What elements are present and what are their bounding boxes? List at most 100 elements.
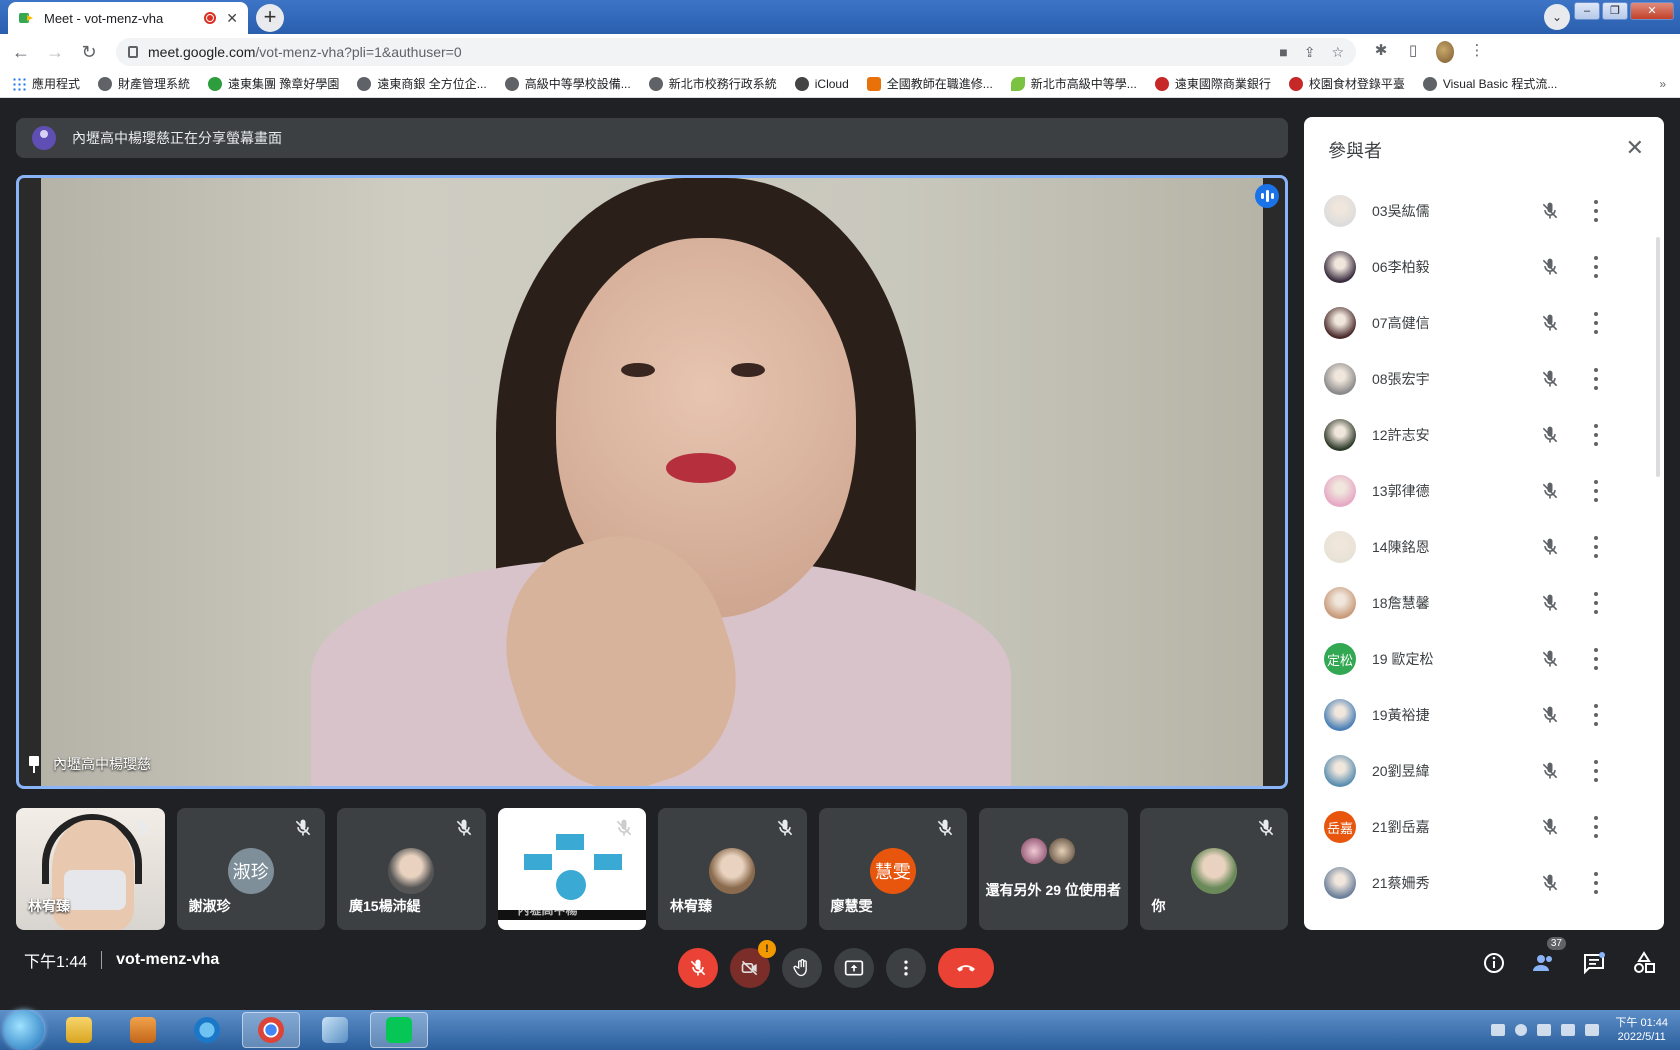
participant-mute-button[interactable] bbox=[1540, 761, 1560, 781]
network-icon[interactable] bbox=[1537, 1024, 1552, 1036]
participant-more-vert-icon[interactable] bbox=[1594, 536, 1598, 558]
activities-button[interactable] bbox=[1632, 951, 1656, 975]
forward-arrow-icon[interactable]: → bbox=[42, 39, 68, 65]
bookmark-item[interactable]: 遠東集團 豫章好學園 bbox=[208, 75, 339, 92]
participant-mute-button[interactable] bbox=[1540, 201, 1560, 221]
participant-row[interactable]: 20劉昱緯 bbox=[1304, 743, 1664, 799]
taskbar-internet-explorer[interactable] bbox=[178, 1012, 236, 1048]
bookmark-item[interactable]: 新北市高級中等學... bbox=[1010, 75, 1137, 92]
chat-button[interactable] bbox=[1582, 951, 1606, 975]
participant-row[interactable]: 06李柏毅 bbox=[1304, 239, 1664, 295]
participant-tile[interactable]: 淑珍 謝淑珍 bbox=[176, 808, 325, 930]
bookmark-item[interactable]: Visual Basic 程式流... bbox=[1422, 75, 1557, 92]
help-icon[interactable] bbox=[1515, 1024, 1528, 1036]
participant-row[interactable]: 定松 19 歐定松 bbox=[1304, 631, 1664, 687]
pin-icon[interactable] bbox=[29, 756, 39, 773]
browser-tab-meet[interactable]: Meet - vot-menz-vha ✕ bbox=[8, 2, 248, 34]
side-panel-icon[interactable]: ▯ bbox=[1404, 41, 1422, 63]
participant-more-vert-icon[interactable] bbox=[1594, 480, 1598, 502]
participant-row[interactable]: 18詹慧馨 bbox=[1304, 575, 1664, 631]
participant-row[interactable]: 岳嘉 21劉岳嘉 bbox=[1304, 799, 1664, 855]
bookmark-item[interactable]: 高級中等學校設備... bbox=[504, 75, 631, 92]
tab-close-button[interactable]: ✕ bbox=[226, 10, 238, 27]
extensions-puzzle-icon[interactable]: ✱ bbox=[1372, 41, 1390, 63]
participant-row[interactable]: 21蔡姍秀 bbox=[1304, 855, 1664, 911]
participant-tile[interactable]: 還有另外 29 位使用者 bbox=[979, 808, 1128, 930]
raise-hand-button[interactable] bbox=[782, 948, 822, 988]
restore-window-button[interactable]: ❐ bbox=[1602, 2, 1628, 20]
chrome-menu-icon[interactable]: ⋮ bbox=[1468, 41, 1486, 63]
participant-more-vert-icon[interactable] bbox=[1594, 368, 1598, 390]
taskbar-media-player[interactable] bbox=[114, 1012, 172, 1048]
taskbar-clock[interactable]: 下午 01:44 2022/5/11 bbox=[1615, 1016, 1668, 1044]
meeting-info-button[interactable] bbox=[1482, 951, 1506, 975]
participant-row[interactable]: 03吳紘儒 bbox=[1304, 183, 1664, 239]
profile-avatar[interactable] bbox=[1436, 41, 1454, 63]
new-tab-button[interactable]: + bbox=[256, 4, 284, 32]
bookmark-item[interactable]: 財產管理系統 bbox=[98, 75, 190, 92]
participant-mute-button[interactable] bbox=[1540, 593, 1560, 613]
tab-search-chevron-icon[interactable]: ⌄ bbox=[1544, 4, 1570, 30]
bookmark-item[interactable]: 遠東商銀 全方位企... bbox=[357, 75, 487, 92]
participant-tile[interactable]: 慧雯 廖慧雯 bbox=[818, 808, 967, 930]
taskbar-explorer[interactable] bbox=[50, 1012, 108, 1048]
participant-mute-button[interactable] bbox=[1540, 369, 1560, 389]
participants-button[interactable]: 37 bbox=[1532, 937, 1566, 975]
participant-more-vert-icon[interactable] bbox=[1594, 200, 1598, 222]
bookmark-item[interactable]: 應用程式 bbox=[12, 75, 80, 92]
participant-more-vert-icon[interactable] bbox=[1594, 424, 1598, 446]
participant-more-vert-icon[interactable] bbox=[1594, 704, 1598, 726]
participant-row[interactable]: 12許志安 bbox=[1304, 407, 1664, 463]
participant-more-vert-icon[interactable] bbox=[1594, 816, 1598, 838]
taskbar-chrome[interactable] bbox=[242, 1012, 300, 1048]
bookmark-item[interactable]: 新北市校務行政系統 bbox=[648, 75, 777, 92]
bookmark-item[interactable]: 校園食材登錄平臺 bbox=[1288, 75, 1405, 92]
more-options-button[interactable] bbox=[886, 948, 926, 988]
participant-more-vert-icon[interactable] bbox=[1594, 256, 1598, 278]
microphone-toggle-button[interactable] bbox=[678, 948, 718, 988]
share-page-icon[interactable]: ⇪ bbox=[1304, 44, 1316, 61]
leave-call-button[interactable] bbox=[938, 948, 994, 988]
bookmark-item[interactable]: 遠東國際商業銀行 bbox=[1154, 75, 1271, 92]
address-bar[interactable]: meet.google.com/vot-menz-vha?pli=1&authu… bbox=[116, 38, 1356, 66]
volume-icon[interactable] bbox=[1585, 1024, 1600, 1036]
participant-row[interactable]: 19黃裕捷 bbox=[1304, 687, 1664, 743]
back-arrow-icon[interactable]: ← bbox=[8, 39, 34, 65]
participant-tile[interactable]: 林宥臻 bbox=[16, 808, 165, 930]
participant-mute-button[interactable] bbox=[1540, 705, 1560, 725]
keyboard-icon[interactable] bbox=[1491, 1024, 1506, 1036]
participant-row[interactable]: 07高健信 bbox=[1304, 295, 1664, 351]
participant-row[interactable]: 08張宏宇 bbox=[1304, 351, 1664, 407]
start-button[interactable] bbox=[4, 1010, 44, 1050]
taskbar-paint[interactable] bbox=[306, 1012, 364, 1048]
participant-mute-button[interactable] bbox=[1540, 481, 1560, 501]
participant-tile[interactable]: 廣15楊沛緹 bbox=[337, 808, 486, 930]
participant-mute-button[interactable] bbox=[1540, 649, 1560, 669]
participant-mute-button[interactable] bbox=[1540, 817, 1560, 837]
participant-more-vert-icon[interactable] bbox=[1594, 648, 1598, 670]
panel-scrollbar[interactable] bbox=[1656, 237, 1660, 477]
camera-in-use-icon[interactable]: ■ bbox=[1279, 44, 1287, 61]
main-video-tile[interactable]: 內壢高中楊瓔慈 bbox=[16, 175, 1288, 789]
present-screen-button[interactable] bbox=[834, 948, 874, 988]
participant-mute-button[interactable] bbox=[1540, 873, 1560, 893]
participant-tile[interactable]: 內壢高中楊 bbox=[497, 808, 646, 930]
flag-icon[interactable] bbox=[1561, 1024, 1576, 1036]
participant-mute-button[interactable] bbox=[1540, 313, 1560, 333]
bookmark-item[interactable]: iCloud bbox=[794, 76, 849, 91]
participant-tile[interactable]: 林宥臻 bbox=[658, 808, 807, 930]
bookmark-item[interactable]: 全國教師在職進修... bbox=[866, 75, 993, 92]
participant-mute-button[interactable] bbox=[1540, 257, 1560, 277]
participant-row[interactable]: 13郭律德 bbox=[1304, 463, 1664, 519]
bookmarks-overflow-button[interactable]: » bbox=[1659, 77, 1666, 91]
reload-icon[interactable]: ↻ bbox=[76, 39, 102, 65]
participant-mute-button[interactable] bbox=[1540, 537, 1560, 557]
participant-row[interactable]: 14陳銘恩 bbox=[1304, 519, 1664, 575]
camera-toggle-button[interactable]: ! bbox=[730, 940, 776, 988]
participant-mute-button[interactable] bbox=[1540, 425, 1560, 445]
participant-more-vert-icon[interactable] bbox=[1594, 872, 1598, 894]
minimize-window-button[interactable]: – bbox=[1574, 2, 1600, 20]
close-window-button[interactable]: ✕ bbox=[1630, 2, 1674, 20]
participant-more-vert-icon[interactable] bbox=[1594, 312, 1598, 334]
bookmark-star-icon[interactable]: ☆ bbox=[1331, 44, 1344, 61]
